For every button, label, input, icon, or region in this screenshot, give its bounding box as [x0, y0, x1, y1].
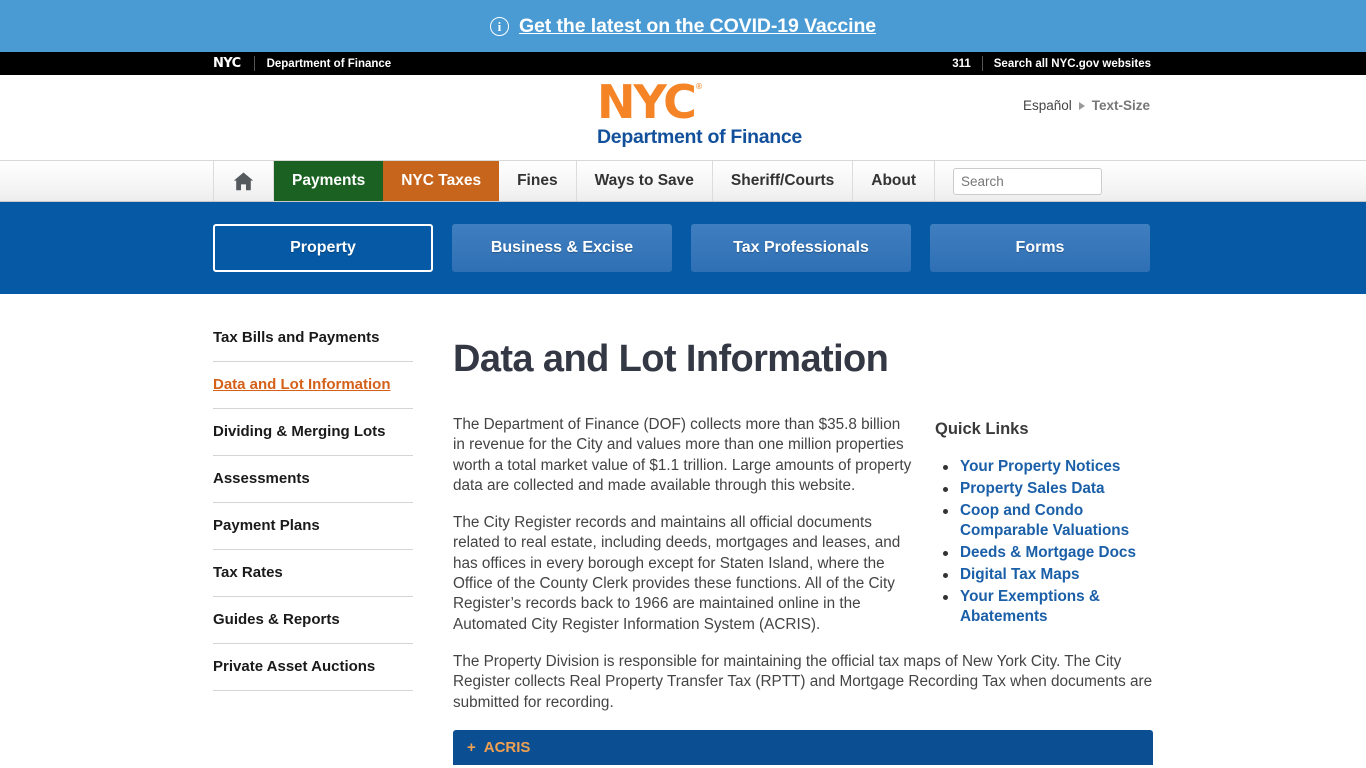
sub-navigation: Property Business & Excise Tax Professio… [0, 202, 1366, 294]
sidebar-navigation: Tax Bills and Payments Data and Lot Info… [213, 310, 413, 765]
sidebar-item-tax-bills-and-payments[interactable]: Tax Bills and Payments [213, 315, 413, 362]
accordion-label: ACRIS [483, 738, 531, 756]
subnav-item-tax-professionals[interactable]: Tax Professionals [691, 224, 911, 272]
nav-item-payments[interactable]: Payments [274, 161, 384, 201]
paragraph-1: The Department of Finance (DOF) collects… [453, 416, 912, 494]
body-text-block-wide: The Property Division is responsible for… [453, 652, 1152, 713]
nav-label-fines: Fines [517, 172, 558, 189]
sidebar-item-guides-reports[interactable]: Guides & Reports [213, 597, 413, 644]
nav-item-fines[interactable]: Fines [499, 161, 577, 201]
plus-icon: + [467, 738, 476, 756]
sidebar-label-5: Tax Rates [213, 564, 283, 581]
subnav-item-forms[interactable]: Forms [930, 224, 1150, 272]
sidebar-label-2: Dividing & Merging Lots [213, 423, 386, 440]
nav-label-ways-to-save: Ways to Save [594, 172, 694, 189]
utility-bar-right: 311 Search all NYC.gov websites [952, 52, 1151, 75]
text-size-link[interactable]: Text-Size [1092, 98, 1150, 113]
sidebar-label-4: Payment Plans [213, 517, 320, 534]
main-column: Data and Lot Information The Department … [413, 310, 1366, 765]
nav-item-nyc-taxes[interactable]: NYC Taxes [383, 161, 500, 201]
chevron-right-icon [1078, 101, 1085, 110]
subnav-label-forms: Forms [1015, 239, 1065, 256]
subnav-item-business-excise[interactable]: Business & Excise [452, 224, 672, 272]
nav-item-ways-to-save[interactable]: Ways to Save [577, 161, 713, 201]
utility-bar: NYC Department of Finance 311 Search all… [0, 52, 1366, 75]
nav-item-about[interactable]: About [853, 161, 936, 201]
utility-agency-label[interactable]: Department of Finance [255, 58, 392, 70]
nav-home-button[interactable] [213, 161, 274, 201]
nav-label-sheriff-courts: Sheriff/Courts [730, 172, 835, 189]
covid-banner: i Get the latest on the COVID-19 Vaccine [0, 0, 1366, 52]
body-row: The Department of Finance (DOF) collects… [453, 415, 1366, 652]
accordion-acris[interactable]: + ACRIS [453, 729, 1153, 765]
language-controls: Español Text-Size [1023, 98, 1150, 113]
quick-links-list: Your Property Notices Property Sales Dat… [935, 457, 1148, 627]
quick-link-deeds-mortgage-docs[interactable]: Deeds & Mortgage Docs [935, 543, 1148, 563]
info-circle-icon: i [489, 16, 509, 36]
quick-link-your-property-notices[interactable]: Your Property Notices [935, 457, 1148, 477]
site-logo[interactable]: NYC ® Department of Finance [597, 75, 802, 149]
nav-label-nyc-taxes: NYC Taxes [401, 172, 482, 189]
sidebar-label-6: Guides & Reports [213, 611, 340, 628]
quick-links-panel: Quick Links Your Property Notices Proper… [913, 415, 1148, 652]
sidebar-label-3: Assessments [213, 470, 310, 487]
nav-left-spacer [0, 161, 213, 201]
main-navigation: Payments NYC Taxes Fines Ways to Save Sh… [0, 160, 1366, 202]
logo-band: NYC ® Department of Finance Español Text… [0, 75, 1366, 160]
search-box[interactable] [953, 167, 1139, 195]
nyc-wordmark[interactable]: NYC [213, 56, 254, 71]
covid-vaccine-link[interactable]: Get the latest on the COVID-19 Vaccine [519, 15, 876, 38]
utility-bar-left: NYC Department of Finance [213, 52, 391, 75]
sidebar-item-private-asset-auctions[interactable]: Private Asset Auctions [213, 644, 413, 691]
page-title: Data and Lot Information [453, 338, 889, 380]
search-input[interactable] [961, 173, 1139, 189]
paragraph-2: The City Register records and maintains … [453, 514, 901, 633]
logo-nyc-text: NYC ® [597, 75, 703, 129]
quick-link-digital-tax-maps[interactable]: Digital Tax Maps [935, 565, 1148, 585]
paragraph-3: The Property Division is responsible for… [453, 652, 1153, 711]
sidebar-item-dividing-merging-lots[interactable]: Dividing & Merging Lots [213, 409, 413, 456]
link-311[interactable]: 311 [952, 58, 982, 70]
nav-search-cell [935, 161, 1139, 201]
sidebar-item-tax-rates[interactable]: Tax Rates [213, 550, 413, 597]
body-text-block: The Department of Finance (DOF) collects… [453, 415, 913, 652]
search-all-nycgov-link[interactable]: Search all NYC.gov websites [983, 58, 1151, 70]
subnav-label-property: Property [290, 239, 356, 256]
sidebar-item-assessments[interactable]: Assessments [213, 456, 413, 503]
page-content: Tax Bills and Payments Data and Lot Info… [0, 294, 1366, 765]
subnav-label-business-excise: Business & Excise [490, 239, 634, 256]
quick-link-property-sales-data[interactable]: Property Sales Data [935, 479, 1148, 499]
sidebar-label-7: Private Asset Auctions [213, 658, 376, 675]
sidebar-item-payment-plans[interactable]: Payment Plans [213, 503, 413, 550]
sidebar-label-0: Tax Bills and Payments [213, 329, 380, 346]
sidebar-item-data-and-lot-information[interactable]: Data and Lot Information [213, 362, 413, 409]
subnav-item-property[interactable]: Property [213, 224, 433, 272]
quick-link-coop-condo-comparable-valuations[interactable]: Coop and Condo Comparable Valuations [935, 501, 1148, 541]
quick-links-title: Quick Links [935, 420, 1029, 438]
quick-link-your-exemptions-abatements[interactable]: Your Exemptions & Abatements [935, 587, 1148, 627]
espanol-link[interactable]: Español [1023, 98, 1072, 113]
subnav-label-tax-professionals: Tax Professionals [733, 239, 869, 256]
home-icon [233, 172, 254, 190]
covid-banner-content: i Get the latest on the COVID-19 Vaccine [489, 15, 876, 38]
registered-mark: ® [694, 82, 703, 91]
nav-item-sheriff-courts[interactable]: Sheriff/Courts [713, 161, 854, 201]
nav-label-payments: Payments [292, 172, 366, 189]
logo-department-text: Department of Finance [597, 125, 802, 148]
nav-label-about: About [871, 172, 917, 189]
sidebar-label-1: Data and Lot Information [213, 376, 391, 393]
